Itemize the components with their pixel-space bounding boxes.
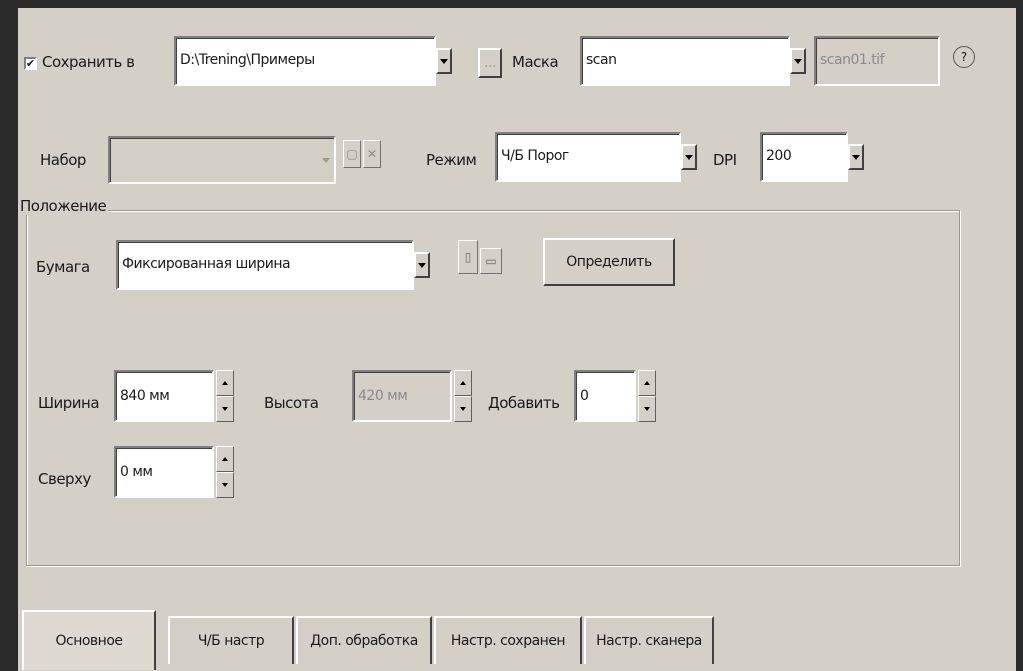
tab-save-settings[interactable]: Настр. сохранен [434,616,582,664]
scan-settings-panel: ✔ Сохранить в D:\Trening\Примеры ... Мас… [18,8,1016,671]
mask-dropdown-icon[interactable] [790,48,806,74]
top-offset-label: Сверху [38,470,91,488]
add-field[interactable]: 0 [574,370,636,422]
paper-dropdown-icon[interactable] [414,252,430,278]
add-label: Добавить [488,394,560,412]
dpi-field[interactable]: 200 [760,132,848,182]
save-checkbox[interactable]: ✔ [24,57,37,70]
save-set-icon: ▢ [343,140,361,168]
height-spinner [454,370,472,422]
tab-scanner-settings[interactable]: Настр. сканера [584,616,714,664]
landscape-orientation-icon[interactable]: ▭ [480,248,502,274]
add-spinner[interactable] [638,370,656,422]
height-label: Высота [264,394,319,412]
filename-preview-field: scan01.tif [814,36,940,86]
help-icon[interactable]: ? [953,46,975,68]
tab-main[interactable]: Основное [22,610,156,670]
paper-label: Бумага [36,258,90,276]
dpi-label: DPI [713,151,737,169]
width-spinner[interactable] [216,370,234,422]
paper-field[interactable]: Фиксированная ширина [116,240,414,290]
mode-label: Режим [426,151,477,169]
width-field[interactable]: 840 мм [114,370,214,422]
mask-field[interactable]: scan [580,36,790,86]
width-label: Ширина [38,394,100,412]
browse-button[interactable]: ... [478,48,502,78]
set-dropdown-icon [318,148,334,172]
portrait-orientation-icon[interactable]: ▯ [458,240,478,274]
height-field: 420 мм [352,370,452,422]
tab-bw-settings[interactable]: Ч/Б настр [168,616,294,664]
detect-button[interactable]: Определить [543,238,675,286]
position-group-label: Положение [20,197,109,215]
set-field [108,136,336,184]
mask-label: Маска [512,53,559,71]
save-path-field[interactable]: D:\Trening\Примеры [174,36,436,86]
save-label: Сохранить в [42,53,135,71]
mode-dropdown-icon[interactable] [681,144,697,170]
delete-set-icon: ✕ [363,140,381,168]
tab-extra-processing[interactable]: Доп. обработка [296,616,432,664]
dpi-dropdown-icon[interactable] [848,144,864,170]
mode-field[interactable]: Ч/Б Порог [495,132,681,182]
set-label: Набор [40,151,86,169]
save-path-dropdown-icon[interactable] [436,48,452,74]
top-offset-field[interactable]: 0 мм [114,446,214,498]
top-offset-spinner[interactable] [216,446,234,498]
